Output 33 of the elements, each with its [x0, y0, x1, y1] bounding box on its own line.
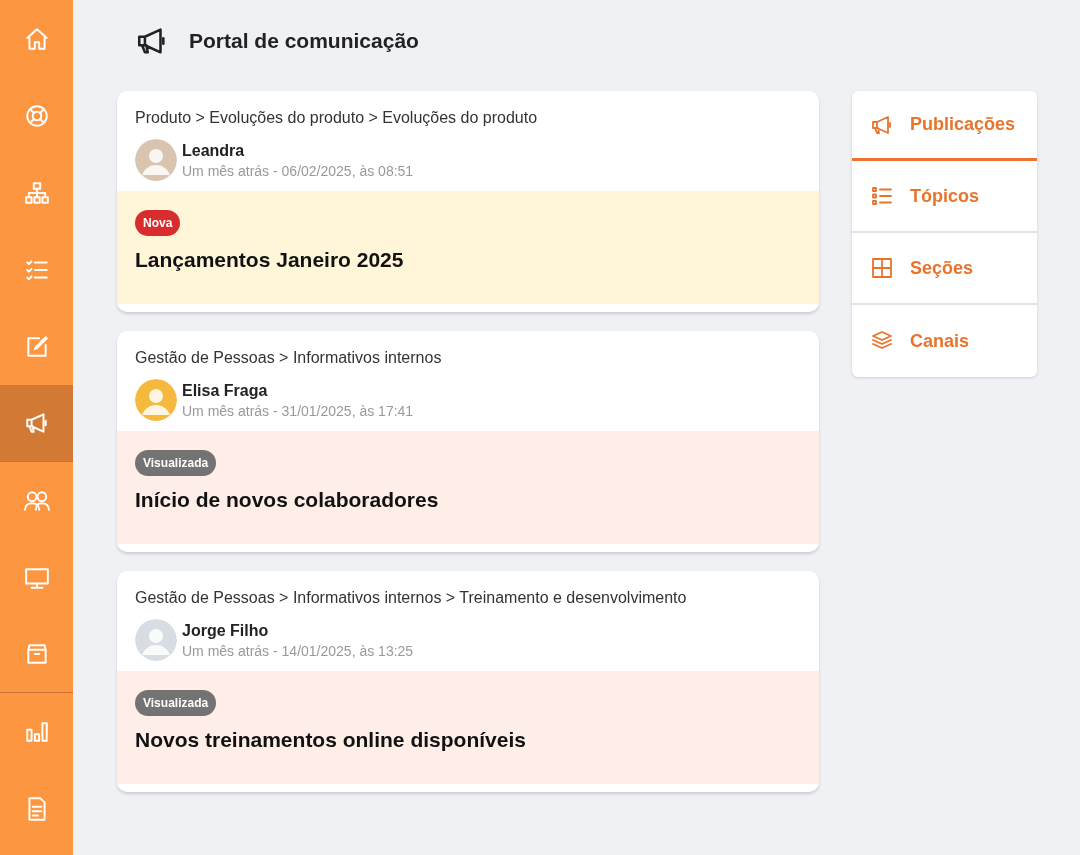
post-date: Um mês atrás - 31/01/2025, às 17:41 — [182, 402, 414, 419]
breadcrumb: Gestão de Pessoas > Informativos internos > Treinamento e desenvolvimento — [135, 589, 688, 607]
post-date: Um mês atrás - 06/02/2025, às 08:51 — [182, 162, 414, 179]
home-icon — [23, 25, 50, 52]
lifebuoy-icon — [23, 102, 50, 129]
status-badge: Visualizada — [135, 450, 217, 476]
avatar-icon — [135, 139, 177, 181]
post-title: Novos treinamentos online disponíveis — [135, 728, 527, 752]
status-badge: Nova — [135, 210, 181, 236]
nav-tab[interactable]: Seções — [852, 233, 1037, 305]
post-title: Início de novos colaboradores — [135, 488, 440, 512]
post-body[interactable]: Nova Lançamentos Janeiro 2025 — [117, 191, 819, 304]
nav-tab[interactable]: Tópicos — [852, 161, 1037, 233]
post-body[interactable]: Visualizada Novos treinamentos online disponíveis — [117, 671, 819, 784]
avatar-icon — [135, 619, 177, 661]
nav-tab[interactable]: Canais — [852, 305, 1037, 377]
nav-tab[interactable]: Publicações — [852, 91, 1037, 161]
list-icon — [870, 184, 894, 208]
avatar-icon — [135, 379, 177, 421]
status-badge: Visualizada — [135, 690, 217, 716]
post-body[interactable]: Visualizada Início de novos colaboradores — [117, 431, 819, 544]
hierarchy-icon — [23, 179, 50, 206]
author-name: Leandra — [182, 141, 246, 160]
author-name: Elisa Fraga — [182, 381, 269, 400]
page-title: Portal de comunicação — [189, 29, 419, 53]
grid-icon — [870, 256, 894, 280]
megaphone-icon — [23, 410, 50, 436]
breadcrumb: Gestão de Pessoas > Informativos internos — [135, 349, 443, 367]
author-name: Jorge Filho — [182, 621, 270, 640]
post-title: Lançamentos Janeiro 2025 — [135, 248, 405, 272]
sidebar-item[interactable] — [0, 385, 73, 462]
breadcrumb: Produto > Evoluções do produto > Evoluções do produto — [135, 109, 539, 127]
post-date: Um mês atrás - 14/01/2025, às 13:25 — [182, 642, 414, 659]
